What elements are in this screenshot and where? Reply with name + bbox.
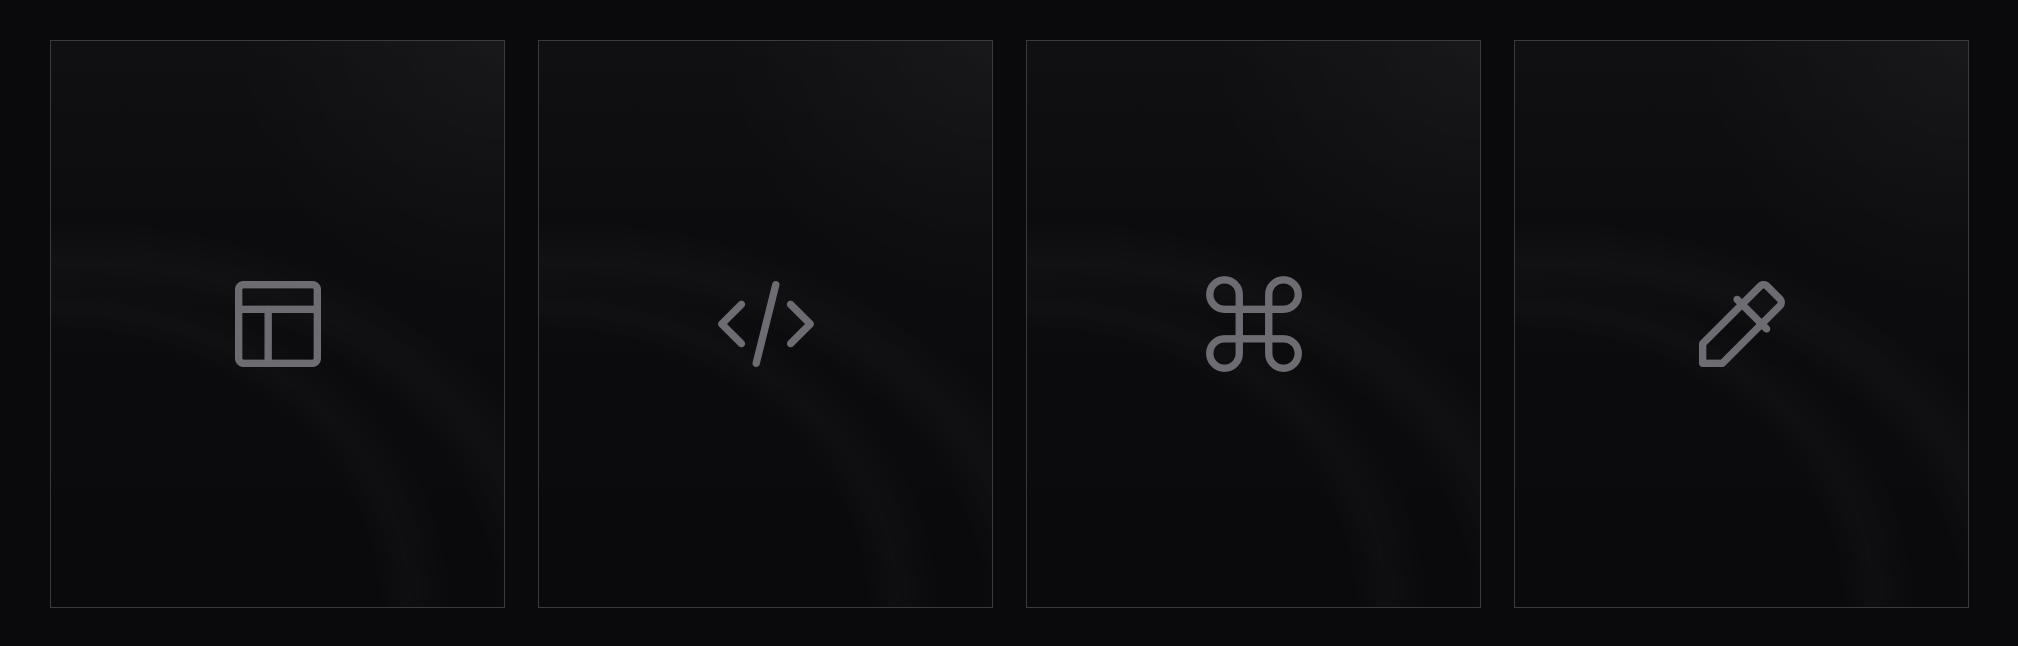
code-icon	[717, 280, 814, 368]
layout-card[interactable]	[50, 40, 505, 608]
eyedropper-icon	[1698, 281, 1785, 368]
command-card[interactable]	[1026, 40, 1481, 608]
eyedropper-card[interactable]	[1514, 40, 1969, 608]
card-grid	[0, 0, 2018, 646]
command-icon	[1205, 276, 1302, 372]
layout-template-icon	[234, 280, 321, 368]
code-card[interactable]	[538, 40, 993, 608]
